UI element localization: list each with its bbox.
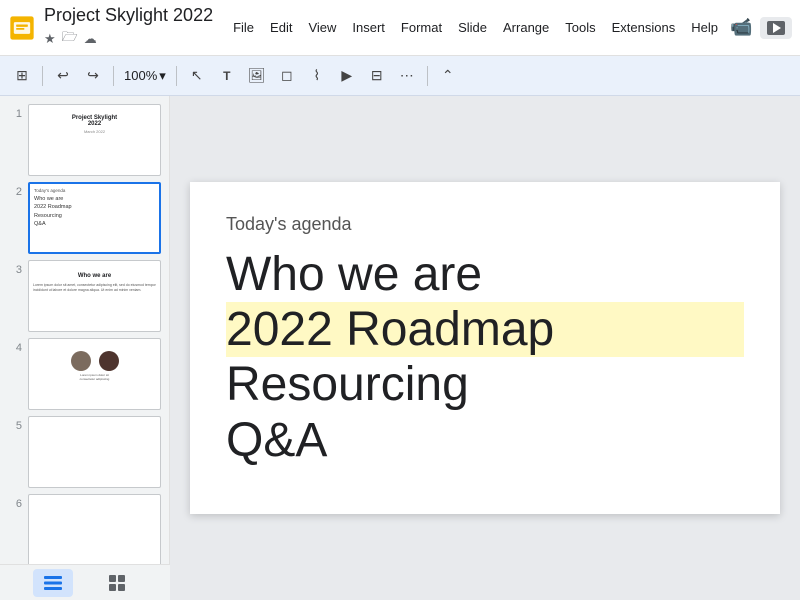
canvas-area[interactable]: Today's agenda Who we are 2022 Roadmap R… (170, 96, 800, 600)
title-icons: ★ 🗁 ☁ (44, 28, 213, 50)
slide-thumb-3[interactable]: 3 Who we are Lorem ipsum dolor sit amet,… (8, 260, 161, 332)
slide-agenda-list: Who we are 2022 Roadmap Resourcing Q&A (226, 247, 744, 468)
cursor-icon[interactable]: ↖ (183, 62, 211, 90)
slide-num-1: 1 (8, 104, 22, 120)
slide-num-4: 4 (8, 338, 22, 354)
slide-thumb-1[interactable]: 1 Project Skylight2022 March 2022 (8, 104, 161, 176)
menu-insert[interactable]: Insert (344, 16, 393, 39)
agenda-line-2[interactable]: 2022 Roadmap (226, 302, 744, 357)
menu-bar: File Edit View Insert Format Slide Arran… (225, 16, 726, 39)
s3-title: Who we are (33, 273, 156, 279)
topbar: Project Skylight 2022 ★ 🗁 ☁ File Edit Vi… (0, 0, 800, 56)
toolbar-separator-4 (427, 66, 428, 86)
menu-view[interactable]: View (300, 16, 344, 39)
menu-arrange[interactable]: Arrange (495, 16, 557, 39)
table-icon[interactable]: ⊟ (363, 62, 391, 90)
lines-icon[interactable]: ⌇ (303, 62, 331, 90)
cloud-icon[interactable]: ☁ (84, 31, 97, 47)
present-icon[interactable] (760, 17, 792, 39)
grid-toolbar-icon[interactable]: ⊞ (8, 62, 36, 90)
sidebar-wrapper: 1 Project Skylight2022 March 2022 2 Toda… (0, 96, 170, 600)
grid-view-button[interactable] (97, 569, 137, 597)
slide-thumb-5[interactable]: 5 (8, 416, 161, 488)
slide-thumb-2[interactable]: 2 Today's agenda Who we are2022 RoadmapR… (8, 182, 161, 254)
shapes-icon[interactable]: ◻ (273, 62, 301, 90)
s1-sub: March 2022 (33, 129, 156, 134)
slide-num-2: 2 (8, 182, 22, 198)
agenda-line-3: Resourcing (226, 357, 744, 412)
collapse-toolbar-icon[interactable]: ⌃ (434, 62, 462, 90)
menu-edit[interactable]: Edit (262, 16, 300, 39)
zoom-control[interactable]: 100% ▾ (120, 68, 170, 84)
slide-num-3: 3 (8, 260, 22, 276)
slide-canvas: Today's agenda Who we are 2022 Roadmap R… (190, 182, 780, 514)
s3-text: Lorem ipsum dolor sit amet, consectetur … (33, 283, 156, 293)
image-icon[interactable]: 🖼 (243, 62, 271, 90)
redo-button[interactable]: ↪ (79, 62, 107, 90)
slide-thumb-6[interactable]: 6 (8, 494, 161, 564)
s4-avatar-2 (99, 351, 119, 371)
zoom-level: 100% (124, 68, 157, 83)
toolbar-separator-2 (113, 66, 114, 86)
more-toolbar-icon[interactable]: ⋯ (393, 62, 421, 90)
main-area: 1 Project Skylight2022 March 2022 2 Toda… (0, 96, 800, 600)
slide-preview-5[interactable] (28, 416, 161, 488)
text-box-icon[interactable]: T (213, 62, 241, 90)
list-view-icon (44, 576, 62, 590)
toolbar-separator-3 (176, 66, 177, 86)
slide-num-6: 6 (8, 494, 22, 510)
slide-num-5: 5 (8, 416, 22, 432)
slide-panel: 1 Project Skylight2022 March 2022 2 Toda… (0, 96, 170, 564)
video-icon[interactable]: ▶ (333, 62, 361, 90)
menu-slide[interactable]: Slide (450, 16, 495, 39)
menu-format[interactable]: Format (393, 16, 450, 39)
s4-text: Lorem ipsum dolor sitconsectetur adipisc… (33, 373, 156, 381)
toolbar-separator-1 (42, 66, 43, 86)
doc-title[interactable]: Project Skylight 2022 (44, 5, 213, 27)
grid-view-icon (109, 575, 125, 591)
camera-icon[interactable]: 📹 (730, 17, 752, 38)
slide-today-heading: Today's agenda (226, 214, 744, 235)
menu-extensions[interactable]: Extensions (604, 16, 684, 39)
s2-agenda-items: Who we are2022 RoadmapResourcingQ&A (34, 195, 155, 228)
slide-preview-6[interactable] (28, 494, 161, 564)
slide-preview-1[interactable]: Project Skylight2022 March 2022 (28, 104, 161, 176)
zoom-chevron-icon: ▾ (159, 68, 166, 84)
sidebar-bottom (0, 564, 170, 600)
slide-preview-4[interactable]: Lorem ipsum dolor sitconsectetur adipisc… (28, 338, 161, 410)
toolbar: ⊞ ↩ ↪ 100% ▾ ↖ T 🖼 ◻ ⌇ ▶ ⊟ ⋯ ⌃ (0, 56, 800, 96)
agenda-line-4: Q&A (226, 413, 744, 468)
slide-preview-2[interactable]: Today's agenda Who we are2022 RoadmapRes… (28, 182, 161, 254)
folder-icon[interactable]: 🗁 (62, 28, 78, 50)
star-icon[interactable]: ★ (44, 31, 56, 47)
slide-thumb-4[interactable]: 4 Lorem ipsum dolor sitconsectetur adipi… (8, 338, 161, 410)
title-area: Project Skylight 2022 ★ 🗁 ☁ (44, 5, 213, 51)
s2-agenda-label: Today's agenda (34, 188, 155, 193)
menu-file[interactable]: File (225, 16, 262, 39)
slide-preview-3[interactable]: Who we are Lorem ipsum dolor sit amet, c… (28, 260, 161, 332)
s4-avatar-1 (71, 351, 91, 371)
agenda-line-1: Who we are (226, 247, 744, 302)
topbar-right: 📹 Slideshow ▾ 👤 Share A (730, 12, 800, 44)
list-view-button[interactable] (33, 569, 73, 597)
menu-tools[interactable]: Tools (557, 16, 603, 39)
app-icon (8, 12, 36, 44)
undo-button[interactable]: ↩ (49, 62, 77, 90)
slide-thumbnails: 1 Project Skylight2022 March 2022 2 Toda… (0, 96, 170, 564)
s1-title: Project Skylight2022 (33, 115, 156, 127)
menu-help[interactable]: Help (683, 16, 726, 39)
s4-avatars (33, 351, 156, 371)
